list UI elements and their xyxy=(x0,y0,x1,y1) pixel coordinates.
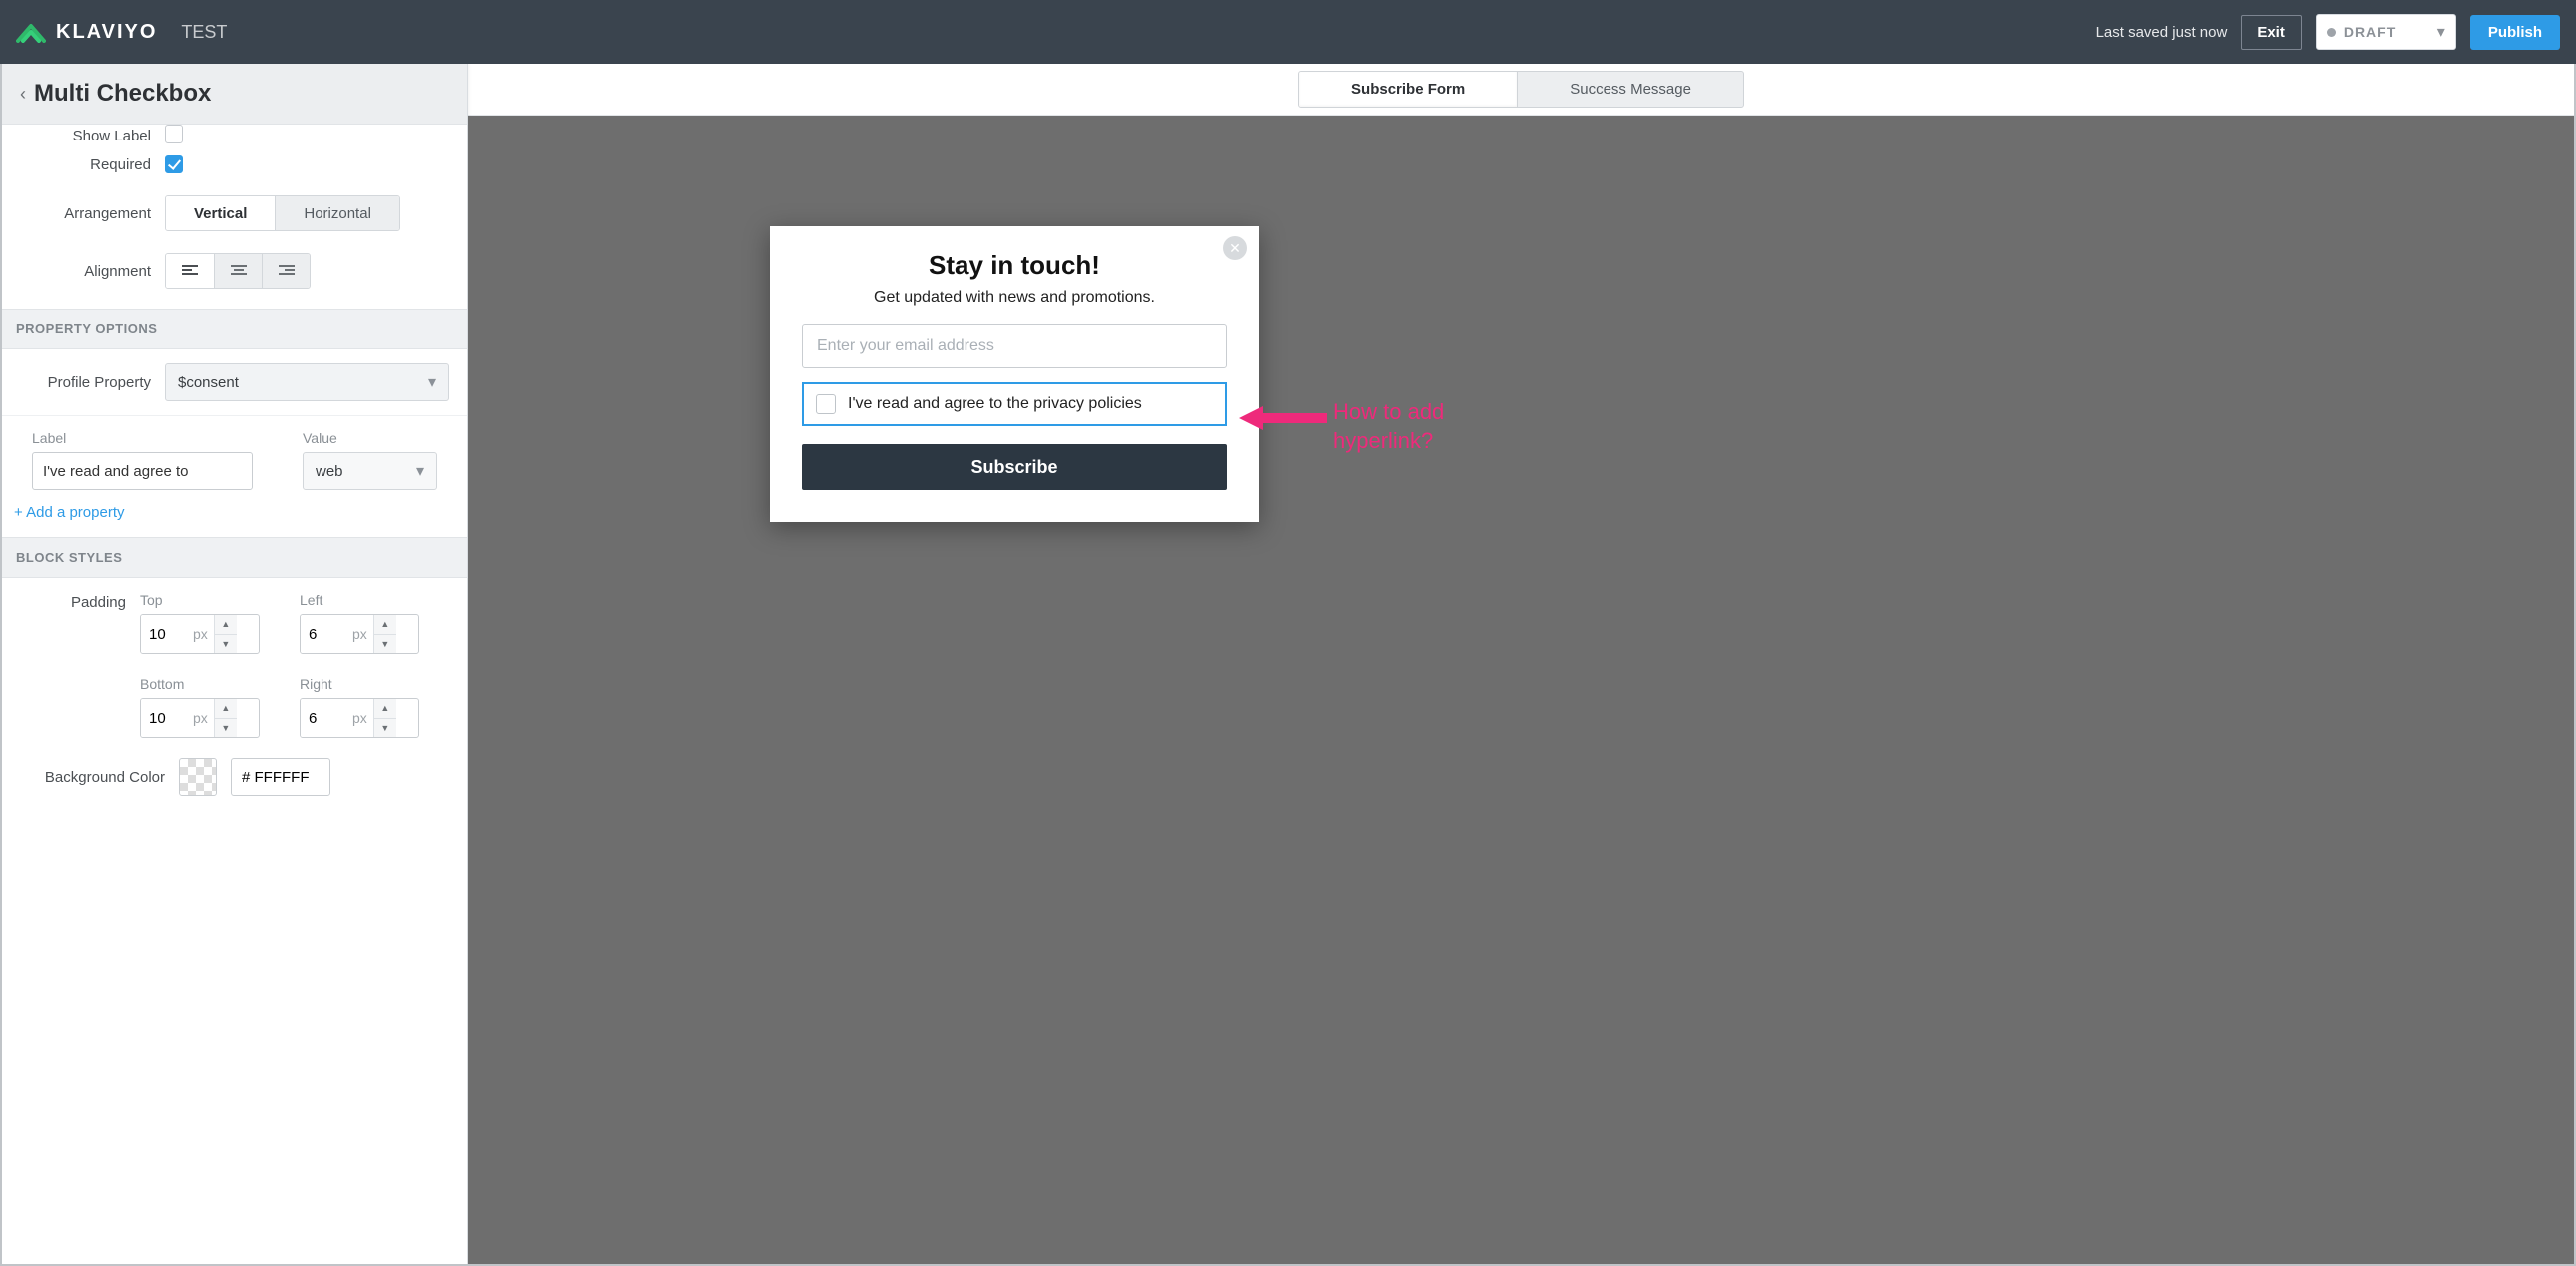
label-input[interactable] xyxy=(32,452,253,490)
align-center-button[interactable] xyxy=(214,254,262,288)
value-field-label: Value xyxy=(303,430,437,446)
preview-area: Subscribe Form Success Message ✕ Stay in… xyxy=(468,64,2574,1264)
arrangement-label: Arrangement xyxy=(20,205,165,222)
padding-top-input[interactable] xyxy=(141,615,187,653)
unit-label: px xyxy=(346,699,373,737)
chevron-down-icon xyxy=(414,461,424,481)
close-icon[interactable]: ✕ xyxy=(1223,236,1247,260)
sidebar-title: Multi Checkbox xyxy=(34,80,211,108)
status-text: DRAFT xyxy=(2344,24,2396,40)
form-preview-modal: ✕ Stay in touch! Get updated with news a… xyxy=(770,226,1259,522)
unit-label: px xyxy=(187,699,214,737)
padding-bottom-input[interactable] xyxy=(141,699,187,737)
show-label-label: Show Label xyxy=(20,128,165,140)
padding-top-stepper[interactable]: px ▲▼ xyxy=(140,614,260,654)
unit-label: px xyxy=(187,615,214,653)
klaviyo-logo-icon xyxy=(16,21,46,43)
required-label: Required xyxy=(20,156,165,173)
align-left-button[interactable] xyxy=(166,254,214,288)
align-left-icon xyxy=(182,265,198,277)
padding-top-label: Top xyxy=(140,592,260,608)
alignment-label: Alignment xyxy=(20,263,165,280)
color-swatch[interactable] xyxy=(179,758,217,796)
last-saved: Last saved just now xyxy=(2096,24,2228,41)
required-checkbox[interactable] xyxy=(165,155,183,173)
profile-property-label: Profile Property xyxy=(20,374,165,391)
stepper-down-icon[interactable]: ▼ xyxy=(374,634,396,654)
subscribe-button[interactable]: Subscribe xyxy=(802,444,1227,490)
profile-property-value: $consent xyxy=(178,374,239,391)
align-center-icon xyxy=(231,265,247,277)
consent-text: I've read and agree to the privacy polic… xyxy=(848,395,1142,413)
tab-success-message[interactable]: Success Message xyxy=(1517,72,1743,107)
tab-subscribe-form[interactable]: Subscribe Form xyxy=(1299,72,1517,107)
stepper-up-icon[interactable]: ▲ xyxy=(374,699,396,718)
chevron-down-icon xyxy=(2435,22,2445,42)
value-select-text: web xyxy=(316,463,343,480)
consent-block[interactable]: I've read and agree to the privacy polic… xyxy=(802,382,1227,426)
consent-checkbox[interactable] xyxy=(816,394,836,414)
stepper-up-icon[interactable]: ▲ xyxy=(215,615,237,634)
show-label-checkbox[interactable] xyxy=(165,125,183,143)
stepper-down-icon[interactable]: ▼ xyxy=(215,718,237,738)
brand-wrap: KLAVIYO xyxy=(16,21,157,44)
alignment-segmented xyxy=(165,253,311,289)
align-right-icon xyxy=(279,265,295,277)
padding-bottom-label: Bottom xyxy=(140,676,260,692)
value-select[interactable]: web xyxy=(303,452,437,490)
align-right-button[interactable] xyxy=(262,254,310,288)
profile-property-select[interactable]: $consent xyxy=(165,363,449,401)
stepper-down-icon[interactable]: ▼ xyxy=(374,718,396,738)
section-block-styles: BLOCK STYLES xyxy=(2,537,467,578)
app-header: KLAVIYO TEST Last saved just now Exit DR… xyxy=(0,0,2576,64)
sidebar-header: ‹ Multi Checkbox xyxy=(2,64,467,125)
arrangement-vertical-button[interactable]: Vertical xyxy=(166,196,275,230)
stepper-down-icon[interactable]: ▼ xyxy=(215,634,237,654)
preview-canvas: ✕ Stay in touch! Get updated with news a… xyxy=(468,116,2574,1264)
stepper-up-icon[interactable]: ▲ xyxy=(215,699,237,718)
brand-text: KLAVIYO xyxy=(56,21,157,44)
padding-left-label: Left xyxy=(300,592,419,608)
arrangement-horizontal-button[interactable]: Horizontal xyxy=(275,196,399,230)
modal-subtitle: Get updated with news and promotions. xyxy=(802,289,1227,307)
preview-tabs: Subscribe Form Success Message xyxy=(1298,71,1744,108)
add-property-link[interactable]: + Add a property xyxy=(2,494,137,537)
modal-title: Stay in touch! xyxy=(802,250,1227,281)
back-chevron-icon[interactable]: ‹ xyxy=(20,84,26,105)
publish-button[interactable]: Publish xyxy=(2470,15,2560,50)
stepper-up-icon[interactable]: ▲ xyxy=(374,615,396,634)
status-dropdown[interactable]: DRAFT xyxy=(2316,14,2456,50)
padding-label: Padding xyxy=(20,592,140,611)
status-dot-icon xyxy=(2327,28,2336,37)
editor-sidebar: ‹ Multi Checkbox Show Label Required Arr… xyxy=(2,64,468,1264)
arrangement-segmented: Vertical Horizontal xyxy=(165,195,400,231)
padding-right-label: Right xyxy=(300,676,419,692)
padding-left-input[interactable] xyxy=(301,615,346,653)
bg-color-input[interactable] xyxy=(231,758,330,796)
project-name: TEST xyxy=(181,22,227,43)
padding-right-stepper[interactable]: px ▲▼ xyxy=(300,698,419,738)
bg-color-label: Background Color xyxy=(20,769,165,786)
email-input[interactable] xyxy=(802,324,1227,368)
chevron-down-icon xyxy=(426,372,436,392)
section-property-options: PROPERTY OPTIONS xyxy=(2,309,467,349)
unit-label: px xyxy=(346,615,373,653)
label-field-label: Label xyxy=(32,430,253,446)
padding-right-input[interactable] xyxy=(301,699,346,737)
annotation-text: How to add hyperlink? xyxy=(1333,398,1493,455)
annotation: How to add hyperlink? xyxy=(1239,398,1493,455)
padding-left-stepper[interactable]: px ▲▼ xyxy=(300,614,419,654)
padding-bottom-stepper[interactable]: px ▲▼ xyxy=(140,698,260,738)
exit-button[interactable]: Exit xyxy=(2241,15,2302,50)
